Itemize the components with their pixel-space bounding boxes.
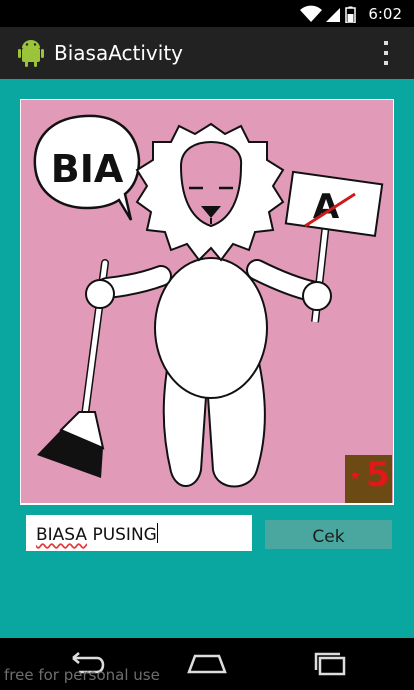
app-title: BiasaActivity bbox=[54, 41, 184, 65]
status-time: 6:02 bbox=[368, 5, 402, 23]
puzzle-image: A BIA ★ 5 bbox=[21, 100, 393, 503]
star-icon: ★ bbox=[349, 467, 362, 483]
wifi-icon bbox=[300, 5, 322, 22]
recents-icon[interactable] bbox=[306, 650, 354, 678]
level-badge: ★ 5 bbox=[345, 455, 392, 503]
level-number: 5 bbox=[366, 455, 390, 495]
home-icon[interactable] bbox=[183, 650, 231, 678]
action-bar: BiasaActivity bbox=[0, 27, 414, 79]
speech-bubble-text: BIA bbox=[51, 147, 124, 191]
content-area: A BIA ★ 5 BIASA PUSING Cek bbox=[0, 79, 414, 638]
android-robot-icon bbox=[18, 40, 44, 67]
battery-icon bbox=[345, 6, 356, 23]
status-icons bbox=[300, 5, 356, 23]
answer-input[interactable] bbox=[26, 515, 252, 551]
status-bar: 6:02 bbox=[0, 0, 414, 27]
lion-illustration: A BIA bbox=[33, 114, 384, 488]
signal-icon bbox=[326, 8, 340, 22]
overflow-menu-icon[interactable] bbox=[380, 40, 392, 66]
watermark-text: free for personal use bbox=[4, 666, 160, 684]
puzzle-image-frame: A BIA ★ 5 bbox=[20, 99, 394, 505]
cek-button[interactable]: Cek bbox=[265, 520, 392, 549]
